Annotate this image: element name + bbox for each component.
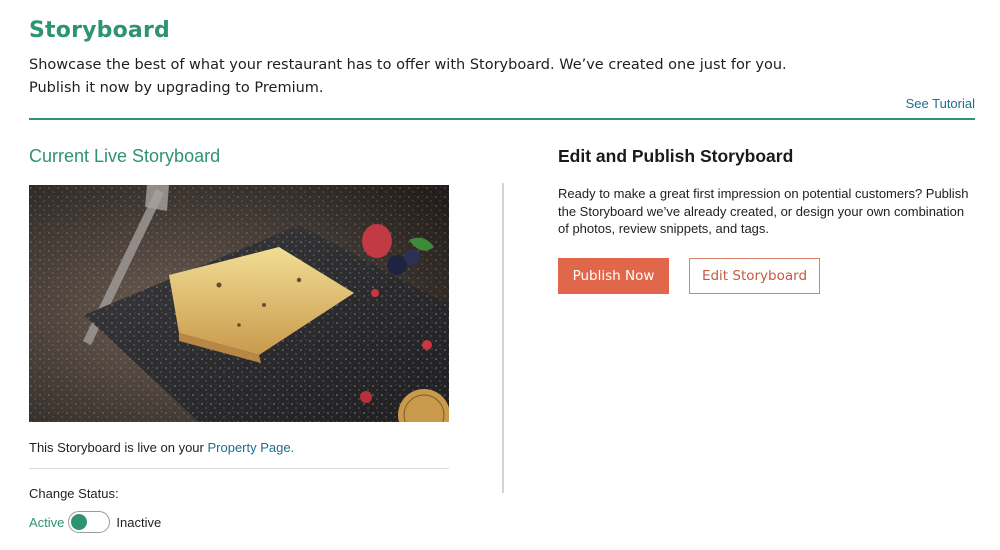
property-page-link[interactable]: Property Page.: [207, 440, 294, 455]
publish-now-button[interactable]: Publish Now: [558, 258, 669, 294]
status-toggle-row: Active Inactive: [29, 510, 161, 534]
toggle-active-label: Active: [29, 514, 65, 530]
header-divider: [29, 118, 975, 120]
intro-text: Showcase the best of what your restauran…: [29, 54, 789, 100]
live-status-text: This Storyboard is live on your Property…: [29, 440, 294, 455]
publish-panel: Edit and Publish Storyboard Ready to mak…: [558, 140, 978, 340]
change-status-label: Change Status:: [29, 486, 119, 501]
publish-title: Edit and Publish Storyboard: [558, 146, 794, 166]
toggle-inactive-label: Inactive: [116, 514, 162, 530]
storyboard-photo: [29, 185, 449, 422]
status-divider: [29, 468, 449, 469]
page-header: Storyboard Showcase the best of what you…: [29, 18, 975, 120]
status-toggle[interactable]: [68, 511, 111, 533]
edit-storyboard-button[interactable]: Edit Storyboard: [689, 258, 820, 294]
current-storyboard-title: Current Live Storyboard: [29, 146, 221, 166]
page-title: Storyboard: [29, 18, 170, 43]
intro-line-2: Publish it now by upgrading to Premium.: [29, 80, 324, 96]
intro-line-1: Showcase the best of what your restauran…: [29, 57, 787, 73]
toggle-knob: [71, 514, 88, 530]
see-tutorial-link[interactable]: See Tutorial: [906, 96, 975, 111]
live-status-prefix: This Storyboard is live on your: [29, 440, 204, 455]
panel-divider: [502, 183, 504, 493]
publish-description: Ready to make a great first impression o…: [558, 186, 969, 236]
current-storyboard-panel: Current Live Storyboard This Storyboard …: [29, 140, 449, 540]
